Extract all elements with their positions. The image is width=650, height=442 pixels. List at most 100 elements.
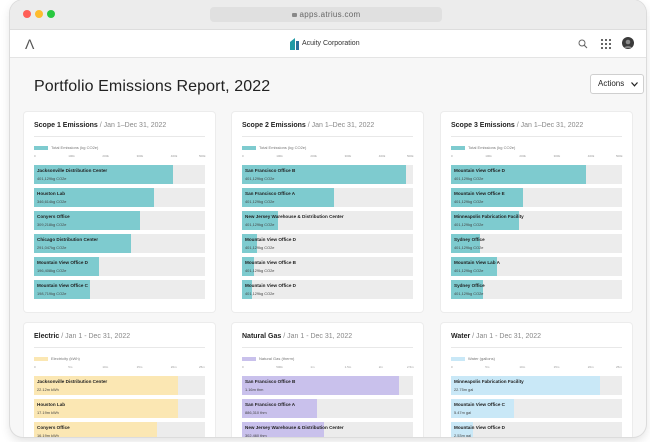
card-title-metric: Natural Gas [242, 333, 282, 340]
axis-tick-label: 500k [199, 154, 206, 158]
bar-row[interactable]: San Francisco Office A 886,310 thm [242, 399, 413, 418]
actions-dropdown-button[interactable]: Actions [590, 74, 644, 94]
chart-legend: Electricity (kWh) [34, 356, 80, 361]
bar-row[interactable]: Houston Lab 17.19m kWh [34, 399, 205, 418]
bar-value: 401,129kg CO2e [245, 291, 275, 296]
bar-row[interactable]: Mountain View Office D 2.53m gal [451, 422, 622, 437]
bar-value: 401,129kg CO2e [245, 176, 275, 181]
card-divider [242, 347, 413, 348]
bar-value: 291,047kg CO2e [37, 245, 67, 250]
bar-row[interactable]: Mountain View Office D 401,129kg CO2e [451, 165, 622, 184]
bar-value: 17.19m kWh [37, 410, 59, 415]
axis-tick-label: 5m [485, 365, 490, 369]
bar-label: Mountain View Office D [245, 283, 296, 288]
axis-tick-label: 400k [587, 154, 595, 158]
report-card: Water / Jan 1 - Dec 31, 2022 Water (gallo… [441, 323, 632, 437]
axis-tick-label: 1m [310, 365, 315, 369]
bar-row[interactable]: Mountain View Office B 401,129kg CO2e [242, 257, 413, 276]
report-card: Scope 2 Emissions / Jan 1–Dec 31, 2022 To… [232, 112, 423, 312]
chart-x-axis: 0 100k 200k 300k 400k 500k [34, 154, 206, 159]
card-title-metric: Water [451, 333, 471, 340]
legend-label: Total Emissions (kg CO2e) [259, 145, 307, 150]
axis-tick-label: 0 [451, 154, 453, 158]
bar-label: Jacksonville Distribution Center [37, 379, 108, 384]
bar-value: 302,460 thm [245, 433, 267, 437]
bar-row[interactable]: Mountain View Office D 401,129kg CO2e [242, 280, 413, 299]
axis-tick-label: 15m [553, 365, 560, 369]
bar-value: 401,129kg CO2e [454, 222, 484, 227]
legend-swatch [242, 146, 256, 150]
chart-x-axis: 0 5m 10m 15m 20m 25m [451, 365, 622, 370]
bar-row[interactable]: Jacksonville Distribution Center 22.12m k… [34, 376, 205, 395]
bar-row[interactable]: Conyers Office 309,218kg CO2e [34, 211, 205, 230]
apps-grid-icon[interactable] [601, 39, 611, 49]
bar-row[interactable]: Conyers Office 16.19m kWh [34, 422, 205, 437]
page-title: Portfolio Emissions Report, 2022 [34, 78, 271, 95]
bar-row[interactable]: New Jersey Warehouse & Distribution Cent… [242, 422, 413, 437]
bar-value: 401,129kg CO2e [454, 176, 484, 181]
card-title-metric: Scope 2 Emissions [242, 122, 306, 129]
bar-row[interactable]: Mountain View Office C 5.47m gal [451, 399, 622, 418]
bar-row[interactable]: Chicago Distribution Center 291,047kg CO2… [34, 234, 205, 253]
card-title-date: / Jan 1 - Dec 31, 2022 [59, 333, 131, 340]
legend-label: Water (gallons) [468, 356, 495, 361]
bar-row[interactable]: Mountain View Office E 401,129kg CO2e [451, 188, 622, 207]
user-avatar[interactable] [622, 37, 634, 49]
close-window-button[interactable] [23, 10, 31, 18]
axis-tick-label: 200k [519, 154, 526, 158]
legend-swatch [242, 357, 256, 361]
minimize-window-button[interactable] [35, 10, 43, 18]
bar-value: 309,218kg CO2e [37, 222, 67, 227]
bar-row[interactable]: Houston Lab 346,614kg CO2e [34, 188, 205, 207]
bar-row[interactable]: Jacksonville Distribution Center 401,129k… [34, 165, 205, 184]
axis-tick-label: 20m [170, 365, 177, 369]
bar-label: Mountain View Office D [454, 425, 505, 430]
card-title: Scope 3 Emissions / Jan 1–Dec 31, 2022 [451, 122, 583, 129]
bar-row[interactable]: Sydney Office 401,129kg CO2e [451, 234, 622, 253]
company-switcher[interactable]: Acuity Corporation [290, 38, 360, 50]
app-header: Λ Acuity Corporation [10, 30, 646, 58]
bar-row[interactable]: San Francisco Office B 401,129kg CO2e [242, 165, 413, 184]
legend-swatch [451, 357, 465, 361]
bar-value: 5.47m gal [454, 410, 472, 415]
maximize-window-button[interactable] [47, 10, 55, 18]
card-divider [451, 136, 622, 137]
bar-label: Chicago Distribution Center [37, 237, 98, 242]
bar-value: 16.19m kWh [37, 433, 59, 437]
card-title: Electric / Jan 1 - Dec 31, 2022 [34, 333, 130, 340]
bar-label: Jacksonville Distribution Center [37, 168, 108, 173]
bar-label: Sydney Office [454, 283, 485, 288]
chart-x-axis: 0 5m 10m 15m 20m 25m [34, 365, 205, 370]
bar-row[interactable]: Minneapolis Fabrication Facility 22.75m g… [451, 376, 622, 395]
bar-label: Conyers Office [37, 425, 70, 430]
bar-row[interactable]: New Jersey Warehouse & Distribution Cent… [242, 211, 413, 230]
bar-label: Houston Lab [37, 191, 66, 196]
card-title: Scope 1 Emissions / Jan 1–Dec 31, 2022 [34, 122, 166, 129]
lock-icon [291, 13, 297, 17]
bar-value: 196,408kg CO2e [37, 268, 67, 273]
card-title-metric: Scope 3 Emissions [451, 122, 515, 129]
bar-label: San Francisco Office B [245, 379, 296, 384]
bar-value: 346,614kg CO2e [37, 199, 67, 204]
axis-tick-label: 200k [310, 154, 317, 158]
search-icon[interactable] [578, 39, 588, 49]
bar-row[interactable]: Sydney Office 401,129kg CO2e [451, 280, 622, 299]
axis-tick-label: 1.5m [344, 365, 352, 369]
bar-label: San Francisco Office B [245, 168, 296, 173]
bar-label: Minneapolis Fabrication Facility [454, 214, 524, 219]
bar-row[interactable]: San Francisco Office A 401,129kg CO2e [242, 188, 413, 207]
bar-row[interactable]: Mountain View Lab A 401,129kg CO2e [451, 257, 622, 276]
bar-row[interactable]: Mountain View Office D 196,408kg CO2e [34, 257, 205, 276]
legend-label: Total Emissions (kg CO2e) [51, 145, 99, 150]
legend-swatch [34, 146, 48, 150]
address-bar[interactable]: apps.atrius.com [210, 7, 442, 22]
bar-row[interactable]: Mountain View Office C 198,719kg CO2e [34, 280, 205, 299]
bar-row[interactable]: Minneapolis Fabrication Facility 401,129k… [451, 211, 622, 230]
axis-tick-label: 100k [276, 154, 283, 158]
axis-tick-label: 400k [378, 154, 386, 158]
atrius-logo-icon[interactable]: Λ [25, 37, 34, 51]
bar-row[interactable]: Mountain View Office D 401,129kg CO2e [242, 234, 413, 253]
bar-label: Sydney Office [454, 237, 485, 242]
bar-row[interactable]: San Francisco Office B 1.16m thm [242, 376, 413, 395]
bar-value: 401,129kg CO2e [454, 245, 484, 250]
